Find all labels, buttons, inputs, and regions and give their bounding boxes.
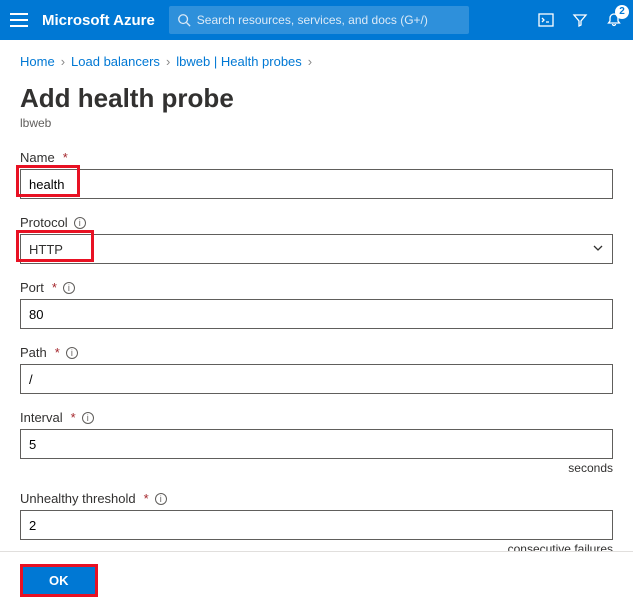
unhealthy-input[interactable] bbox=[20, 510, 613, 540]
cloud-shell-icon[interactable] bbox=[537, 11, 555, 29]
info-icon[interactable]: i bbox=[155, 493, 167, 505]
field-protocol: Protocol i HTTP bbox=[20, 215, 613, 264]
protocol-value: HTTP bbox=[29, 242, 63, 257]
info-icon[interactable]: i bbox=[66, 347, 78, 359]
required-icon: * bbox=[55, 345, 60, 360]
page-body: Add health probe lbweb Name* Protocol i … bbox=[0, 83, 633, 556]
field-unhealthy-threshold: Unhealthy threshold* i consecutive failu… bbox=[20, 491, 613, 556]
protocol-select[interactable]: HTTP bbox=[20, 234, 613, 264]
menu-icon[interactable] bbox=[10, 13, 28, 27]
interval-label: Interval* i bbox=[20, 410, 613, 425]
notification-badge: 2 bbox=[615, 5, 629, 19]
name-label: Name* bbox=[20, 150, 613, 165]
path-label: Path* i bbox=[20, 345, 613, 360]
port-label: Port* i bbox=[20, 280, 613, 295]
field-name: Name* bbox=[20, 150, 613, 199]
required-icon: * bbox=[52, 280, 57, 295]
required-icon: * bbox=[144, 491, 149, 506]
required-icon: * bbox=[71, 410, 76, 425]
crumb-load-balancers[interactable]: Load balancers bbox=[71, 54, 160, 69]
breadcrumb: Home › Load balancers › lbweb | Health p… bbox=[0, 40, 633, 79]
interval-input[interactable] bbox=[20, 429, 613, 459]
interval-suffix: seconds bbox=[20, 461, 613, 475]
chevron-right-icon: › bbox=[308, 54, 312, 69]
page-subtitle: lbweb bbox=[20, 116, 613, 130]
page-title: Add health probe bbox=[20, 83, 613, 114]
required-icon: * bbox=[63, 150, 68, 165]
highlight-box: OK bbox=[20, 564, 98, 597]
info-icon[interactable]: i bbox=[74, 217, 86, 229]
field-port: Port* i bbox=[20, 280, 613, 329]
brand-label: Microsoft Azure bbox=[42, 12, 155, 29]
chevron-right-icon: › bbox=[166, 54, 170, 69]
search-icon bbox=[177, 13, 191, 27]
info-icon[interactable]: i bbox=[82, 412, 94, 424]
notifications-icon[interactable]: 2 bbox=[605, 11, 623, 29]
chevron-down-icon bbox=[592, 242, 604, 257]
top-bar: Microsoft Azure 2 bbox=[0, 0, 633, 40]
header-actions: 2 bbox=[537, 11, 623, 29]
crumb-home[interactable]: Home bbox=[20, 54, 55, 69]
name-input[interactable] bbox=[20, 169, 613, 199]
crumb-health-probes[interactable]: lbweb | Health probes bbox=[176, 54, 302, 69]
ok-button[interactable]: OK bbox=[23, 567, 95, 594]
footer: OK bbox=[0, 551, 633, 609]
port-input[interactable] bbox=[20, 299, 613, 329]
field-path: Path* i bbox=[20, 345, 613, 394]
unhealthy-label: Unhealthy threshold* i bbox=[20, 491, 613, 506]
protocol-label: Protocol i bbox=[20, 215, 613, 230]
info-icon[interactable]: i bbox=[63, 282, 75, 294]
chevron-right-icon: › bbox=[61, 54, 65, 69]
search-input[interactable] bbox=[197, 13, 461, 27]
global-search[interactable] bbox=[169, 6, 469, 34]
field-interval: Interval* i seconds bbox=[20, 410, 613, 475]
path-input[interactable] bbox=[20, 364, 613, 394]
filter-icon[interactable] bbox=[571, 11, 589, 29]
